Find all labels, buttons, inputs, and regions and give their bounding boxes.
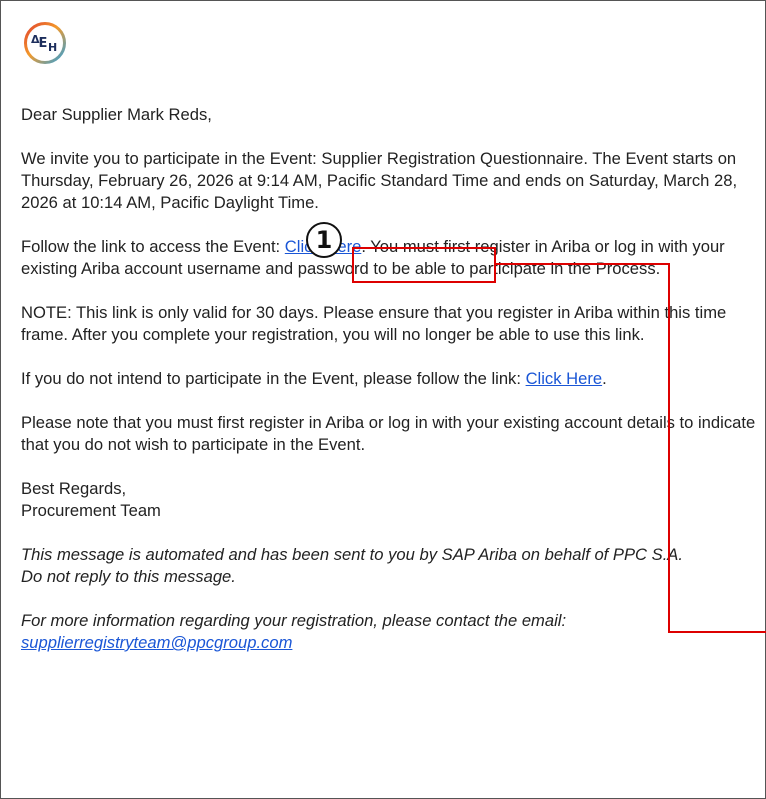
access-paragraph: Follow the link to access the Event: Cli… [21, 236, 756, 280]
svg-text:E: E [39, 36, 48, 51]
signature: Procurement Team [21, 501, 161, 520]
annotation-connector [494, 263, 670, 265]
ppc-logo-icon: Δ E H [24, 22, 66, 64]
greeting: Dear Supplier Mark Reds, [21, 105, 212, 124]
contact-email-paragraph: supplierregistryteam@ppcgroup.com [21, 632, 756, 654]
svg-text:H: H [48, 41, 57, 54]
decline-prefix: If you do not intend to participate in t… [21, 369, 526, 388]
decline-note-paragraph: Please note that you must first register… [21, 413, 756, 454]
no-reply-notice: Do not reply to this message. [21, 567, 236, 586]
contact-email-link[interactable]: supplierregistryteam@ppcgroup.com [21, 633, 292, 652]
contact-line: For more information regarding your regi… [21, 611, 567, 630]
email-frame: Δ E H Dear Supplier Mark Reds, We invite… [0, 0, 766, 799]
note-paragraph: NOTE: This link is only valid for 30 day… [21, 303, 727, 344]
invite-paragraph: We invite you to participate in the Even… [21, 149, 738, 212]
decline-click-here-link[interactable]: Click Here [526, 369, 603, 388]
decline-suffix: . [602, 369, 607, 388]
decline-paragraph: If you do not intend to participate in t… [21, 368, 756, 390]
access-prefix: Follow the link to access the Event: [21, 237, 285, 256]
closing: Best Regards, [21, 479, 127, 498]
annotation-target-outline [668, 263, 766, 633]
email-body: Dear Supplier Mark Reds, We invite you t… [21, 104, 756, 654]
annotation-badge: 1 [306, 222, 342, 258]
automated-notice: This message is automated and has been s… [21, 545, 683, 564]
